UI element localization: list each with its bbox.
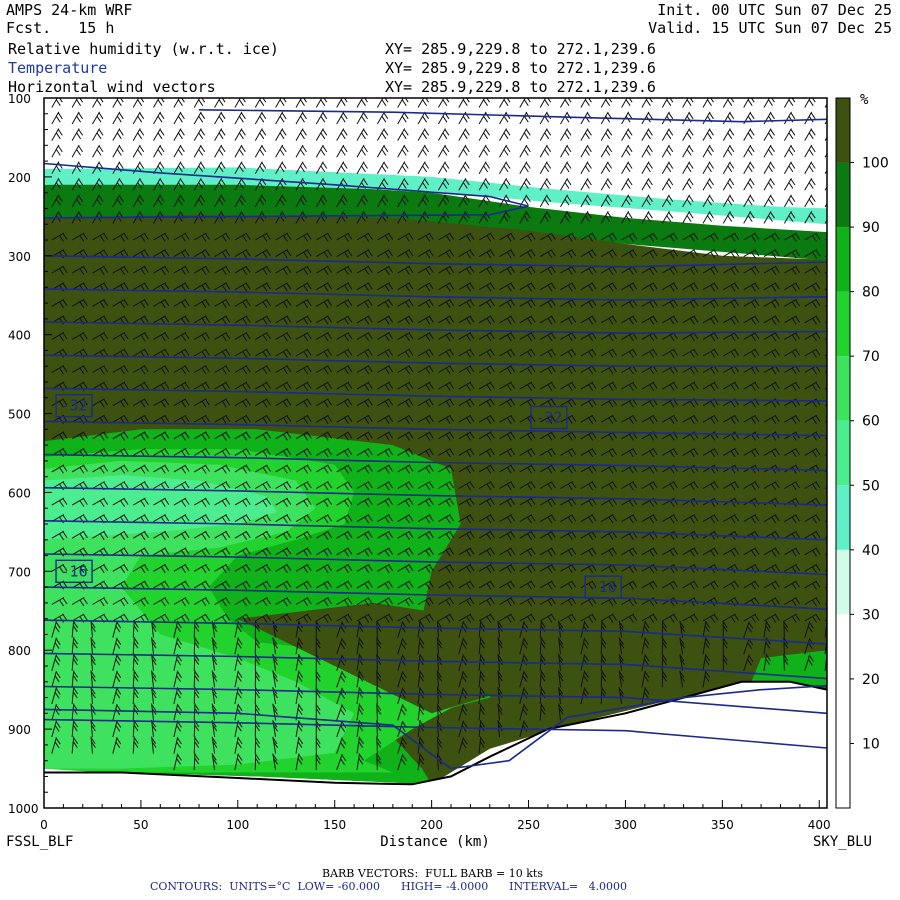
y-tick-label-8: 900: [8, 723, 31, 737]
temperature-label-text-1: -32: [535, 409, 562, 427]
colorbar-bin-10: [836, 98, 850, 163]
colorbar-label-4: 50: [862, 478, 880, 494]
colorbar-bin-2: [836, 614, 850, 679]
left-endpoint-label: FSSL_BLF: [6, 834, 73, 850]
colorbar-bin-5: [836, 420, 850, 486]
colorbar-unit: %: [860, 92, 869, 108]
temperature-label-text-2: -16: [61, 562, 88, 580]
colorbar-label-5: 60: [862, 414, 880, 430]
x-tick-label-6: 300: [614, 818, 637, 832]
colorbar-bin-4: [836, 485, 850, 550]
y-tick-label-7: 800: [8, 644, 31, 658]
right-endpoint-label: SKY_BLU: [813, 834, 872, 850]
colorbar-bin-0: [836, 743, 850, 808]
colorbar-bin-8: [836, 227, 850, 292]
colorbar-label-7: 80: [862, 285, 880, 301]
x-tick-label-4: 200: [420, 818, 443, 832]
y-tick-label-2: 300: [8, 250, 31, 264]
colorbar-bin-9: [836, 162, 850, 228]
colorbar-label-2: 30: [862, 607, 880, 623]
cross-section-chart: -32 -32 -16 -16 Distance (km) FSSL_BLF SKY_…: [6, 92, 889, 850]
y-tick-label-5: 600: [8, 486, 31, 500]
x-tick-label-8: 400: [808, 818, 831, 832]
colorbar-bin-7: [836, 291, 850, 357]
y-tick-label-4: 500: [8, 408, 31, 422]
x-tick-label-5: 250: [517, 818, 540, 832]
y-tick-label-0: 100: [8, 92, 31, 106]
temperature-label-text-3: -16: [590, 578, 617, 596]
temperature-label-1: -32: [530, 405, 568, 430]
colorbar-bin-1: [836, 678, 850, 744]
x-tick-label-7: 350: [711, 818, 734, 832]
colorbar: % 10 20 30 40 50 60 70 80 90 100: [835, 92, 889, 809]
temperature-label-3: -16: [584, 575, 622, 599]
y-tick-label-3: 400: [8, 329, 31, 343]
temperature-label-text-0: -32: [61, 397, 88, 415]
x-tick-label-0: 0: [40, 818, 48, 832]
colorbar-label-9: 100: [862, 156, 889, 172]
colorbar-bin-6: [836, 356, 850, 421]
colorbar-label-1: 20: [862, 672, 880, 688]
x-axis-label: Distance (km): [380, 834, 490, 850]
colorbar-label-0: 10: [862, 736, 880, 752]
y-tick-label-6: 700: [8, 565, 31, 579]
colorbar-bin-3: [836, 549, 850, 615]
barb-vector-note: BARB VECTORS: FULL BARB = 10 kts: [322, 867, 543, 880]
y-tick-label-9: 1000: [8, 802, 39, 816]
contour-note: CONTOURS: UNITS=°C LOW= -60.000 HIGH= -4…: [150, 880, 628, 893]
colorbar-label-3: 40: [862, 543, 880, 559]
colorbar-label-8: 90: [862, 220, 880, 236]
temperature-label-2: -16: [55, 559, 93, 584]
x-tick-label-1: 50: [133, 818, 148, 832]
x-tick-label-2: 100: [226, 818, 249, 832]
colorbar-label-6: 70: [862, 349, 880, 365]
y-tick-label-1: 200: [8, 171, 31, 185]
temperature-label-0: -32: [55, 393, 93, 418]
x-tick-label-3: 150: [323, 818, 346, 832]
